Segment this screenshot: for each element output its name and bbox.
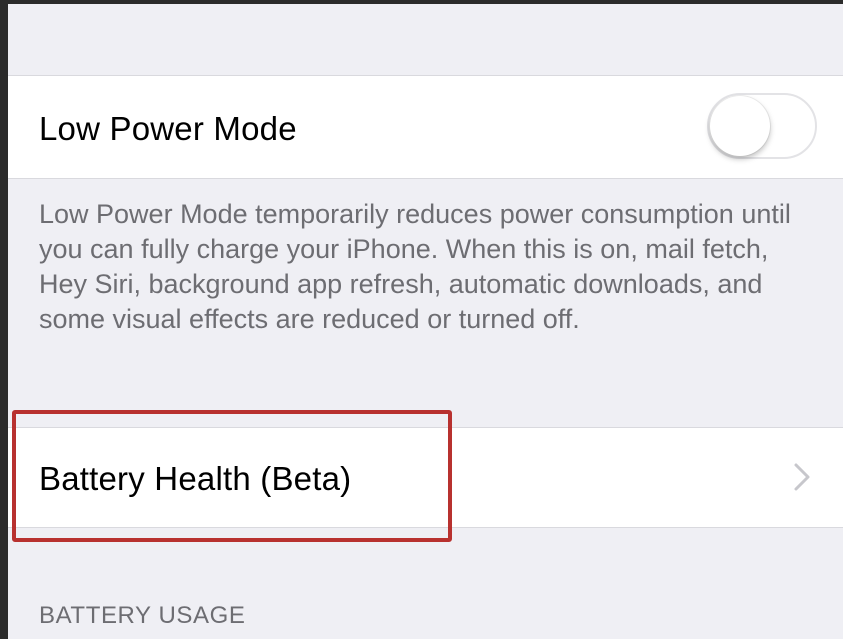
toggle-knob	[710, 96, 770, 156]
top-group-spacer	[8, 4, 843, 74]
battery-health-row[interactable]: Battery Health (Beta)	[8, 427, 843, 528]
low-power-mode-label: Low Power Mode	[39, 110, 297, 147]
low-power-mode-description: Low Power Mode temporarily reduces power…	[39, 199, 791, 334]
battery-settings-screen: Low Power Mode Low Power Mode temporaril…	[8, 4, 843, 639]
battery-health-label: Battery Health (Beta)	[39, 460, 352, 497]
screenshot-frame: Low Power Mode Low Power Mode temporaril…	[0, 0, 843, 639]
battery-usage-section-header: BATTERY USAGE	[39, 602, 246, 629]
chevron-right-icon	[794, 463, 810, 491]
crop-edge-left	[0, 0, 8, 639]
low-power-mode-row: Low Power Mode	[8, 75, 843, 179]
low-power-mode-toggle[interactable]	[707, 93, 817, 159]
